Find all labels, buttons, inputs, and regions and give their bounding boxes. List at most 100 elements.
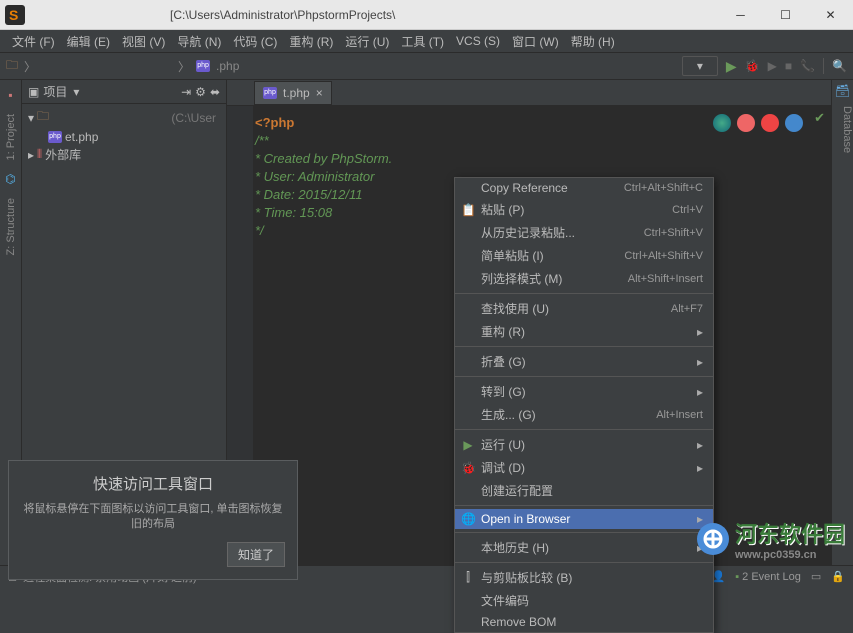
tree-project-root[interactable]: ▾ 🗀 (C:\User	[26, 106, 222, 129]
ctx-create-run-config[interactable]: 创建运行配置	[455, 479, 713, 502]
menu-view[interactable]: 视图 (V)	[116, 31, 171, 52]
title-bar: S [C:\Users\Administrator\PhpstormProjec…	[0, 0, 853, 30]
ctx-goto[interactable]: 转到 (G)▸	[455, 380, 713, 403]
collapse-icon[interactable]: ⇥	[181, 85, 191, 99]
memory-indicator[interactable]: ▭	[811, 570, 821, 583]
editor-tab[interactable]: php t.php ×	[254, 81, 332, 105]
tree-file[interactable]: php et.php	[26, 129, 222, 145]
ctx-folding[interactable]: 折叠 (G)▸	[455, 350, 713, 373]
ctx-file-encoding[interactable]: 文件编码	[455, 589, 713, 612]
ctx-paste-history[interactable]: 从历史记录粘贴...Ctrl+Shift+V	[455, 221, 713, 244]
project-title[interactable]: 项目	[43, 83, 67, 100]
folder-icon: 🗀	[6, 56, 18, 77]
breadcrumb-separator: 〉	[24, 58, 36, 75]
event-log[interactable]: ▪ 2 Event Log	[735, 571, 801, 583]
php-icon: php	[48, 131, 62, 143]
menu-separator	[455, 293, 713, 294]
menu-code[interactable]: 代码 (C)	[227, 31, 283, 52]
editor-tabs: php t.php ×	[227, 80, 831, 106]
opera-icon[interactable]	[761, 114, 779, 132]
menu-edit[interactable]: 编辑 (E)	[61, 31, 116, 52]
minimize-button[interactable]: ─	[718, 0, 763, 29]
globe-icon: 🌐	[461, 512, 475, 526]
ie-icon[interactable]	[785, 114, 803, 132]
structure-tool-tab[interactable]: Z: Structure	[5, 198, 17, 255]
search-button[interactable]: 🔍	[832, 59, 847, 73]
ctx-run[interactable]: ▶运行 (U)▸	[455, 433, 713, 456]
maximize-button[interactable]: ☐	[763, 0, 808, 29]
ctx-debug[interactable]: 🐞调试 (D)▸	[455, 456, 713, 479]
debug-button[interactable]: 🐞	[745, 59, 760, 73]
ctx-find-usages[interactable]: 查找使用 (U)Alt+F7	[455, 297, 713, 320]
tip-title: 快速访问工具窗口	[21, 473, 285, 494]
run-icon: ▶	[461, 438, 475, 452]
menu-navigate[interactable]: 导航 (N)	[171, 31, 227, 52]
submenu-arrow-icon: ▸	[697, 385, 703, 399]
svg-text:S: S	[9, 7, 18, 23]
menu-separator	[455, 376, 713, 377]
lock-icon[interactable]: 🔒	[831, 570, 845, 583]
inspection-ok-icon[interactable]: ✔	[814, 110, 825, 126]
chrome-icon[interactable]	[713, 114, 731, 132]
coverage-button[interactable]: ▶	[768, 59, 777, 73]
structure-tool-icon[interactable]: ⌬	[5, 172, 15, 186]
context-menu: Copy ReferenceCtrl+Alt+Shift+C 📋粘贴 (P)Ct…	[454, 177, 714, 633]
menu-file[interactable]: 文件 (F)	[6, 31, 61, 52]
project-tool-tab[interactable]: 1: Project	[5, 114, 17, 160]
ctx-refactor[interactable]: 重构 (R)▸	[455, 320, 713, 343]
ctx-paste[interactable]: 📋粘贴 (P)Ctrl+V	[455, 198, 713, 221]
database-tool-icon[interactable]: 🗃	[832, 80, 853, 98]
expand-icon[interactable]: ▾	[28, 111, 34, 125]
run-button[interactable]: ▶	[726, 58, 737, 75]
close-button[interactable]: ✕	[808, 0, 853, 29]
ctx-local-history[interactable]: 本地历史 (H)▸	[455, 536, 713, 559]
menu-vcs[interactable]: VCS (S)	[450, 32, 506, 50]
expand-icon[interactable]: ▸	[28, 148, 34, 162]
diff-icon: ⫿	[461, 570, 475, 585]
ctx-copy-reference[interactable]: Copy ReferenceCtrl+Alt+Shift+C	[455, 178, 713, 198]
submenu-arrow-icon: ▸	[697, 438, 703, 452]
ctx-open-in-browser[interactable]: 🌐Open in Browser▸	[455, 509, 713, 529]
listen-button[interactable]: 📞	[800, 59, 815, 73]
ctx-remove-bom[interactable]: Remove BOM	[455, 612, 713, 632]
menu-separator	[455, 429, 713, 430]
paste-icon: 📋	[461, 203, 475, 217]
tree-external-libs[interactable]: ▸ ⫴ 外部库	[26, 145, 222, 164]
menu-help[interactable]: 帮助 (H)	[565, 31, 621, 52]
database-tool-tab[interactable]: Database	[832, 98, 853, 153]
menu-run[interactable]: 运行 (U)	[339, 31, 395, 52]
stop-button[interactable]: ■	[785, 59, 792, 73]
firefox-icon[interactable]	[737, 114, 755, 132]
close-tab-icon[interactable]: ×	[316, 86, 323, 100]
ctx-paste-simple[interactable]: 简单粘贴 (I)Ctrl+Alt+Shift+V	[455, 244, 713, 267]
tip-got-it-button[interactable]: 知道了	[227, 542, 285, 567]
menu-refactor[interactable]: 重构 (R)	[283, 31, 339, 52]
project-view-icon[interactable]: ▣	[28, 85, 39, 99]
hide-icon[interactable]: ⬌	[210, 85, 220, 99]
menu-separator	[455, 505, 713, 506]
folder-icon: 🗀	[37, 107, 49, 128]
ctx-column-select[interactable]: 列选择模式 (M)Alt+Shift+Insert	[455, 267, 713, 290]
project-tool-icon[interactable]: ▪	[8, 88, 12, 102]
ctx-generate[interactable]: 生成... (G)Alt+Insert	[455, 403, 713, 426]
breadcrumb-file[interactable]: .php	[216, 59, 239, 73]
browser-icons	[713, 114, 803, 132]
app-icon: S	[5, 5, 25, 25]
library-icon: ⫴	[37, 147, 42, 162]
breadcrumb-separator: 〉	[178, 58, 190, 75]
dropdown-icon[interactable]: ▾	[73, 85, 79, 99]
navigation-bar: 🗀 〉 〉 php .php ▾ ▶ 🐞 ▶ ■ 📞 🔍	[0, 52, 853, 80]
submenu-arrow-icon: ▸	[697, 461, 703, 475]
run-config-dropdown[interactable]: ▾	[682, 56, 718, 76]
ctx-compare-clipboard[interactable]: ⫿与剪贴板比较 (B)	[455, 566, 713, 589]
menu-separator	[455, 532, 713, 533]
php-icon: php	[263, 87, 277, 99]
menu-window[interactable]: 窗口 (W)	[506, 31, 565, 52]
window-title: [C:\Users\Administrator\PhpstormProjects…	[30, 8, 718, 22]
gear-icon[interactable]: ⚙	[195, 85, 206, 99]
debug-icon: 🐞	[461, 461, 475, 475]
menu-bar: 文件 (F) 编辑 (E) 视图 (V) 导航 (N) 代码 (C) 重构 (R…	[0, 30, 853, 52]
submenu-arrow-icon: ▸	[697, 325, 703, 339]
menu-tools[interactable]: 工具 (T)	[395, 31, 450, 52]
right-tool-strip: 🗃 Database	[831, 80, 853, 565]
